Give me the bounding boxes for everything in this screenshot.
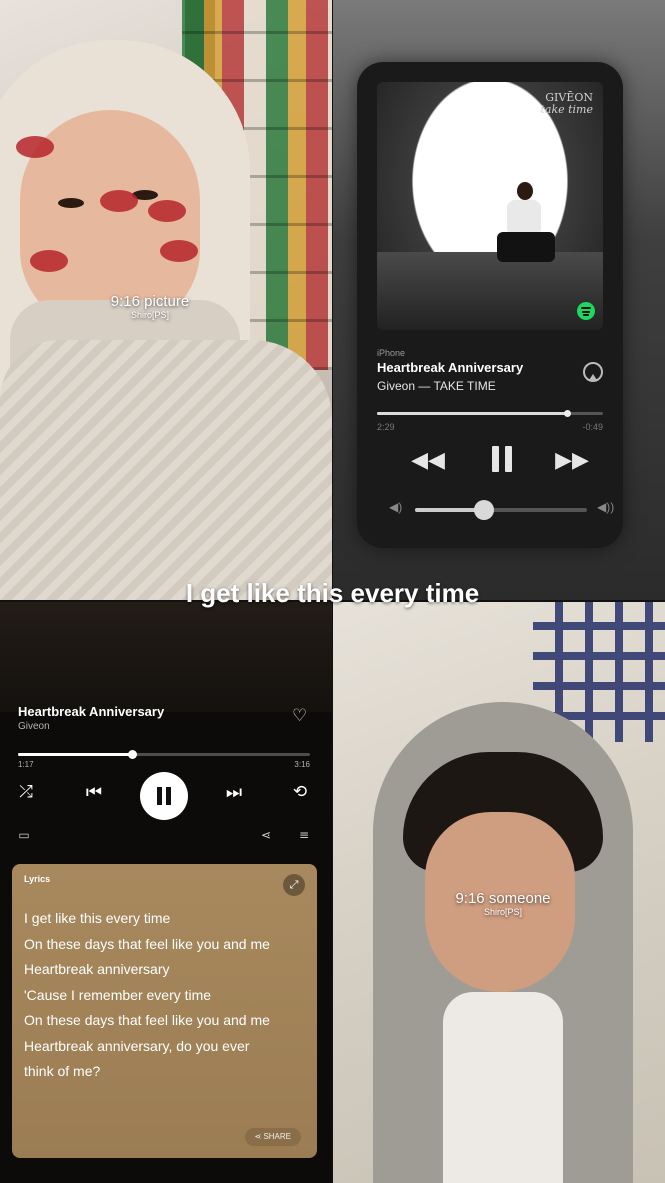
lyrics-label: Lyrics bbox=[24, 874, 51, 884]
lyrics-share-button[interactable]: ⋖ SHARE bbox=[244, 1128, 301, 1146]
elapsed-time: 2:29 bbox=[377, 422, 395, 432]
photo-tag-title: 9:16 picture bbox=[110, 293, 190, 310]
photo-tag-sub: Shiro[PS] bbox=[130, 310, 170, 320]
lyric-line: 'Cause I remember every time bbox=[24, 986, 212, 1003]
progress-bar[interactable] bbox=[18, 750, 310, 759]
track-artist[interactable]: Giveon bbox=[18, 721, 50, 732]
lipstick-mark bbox=[100, 190, 138, 212]
track-artist-album: Giveon — TAKE TIME bbox=[377, 379, 496, 393]
next-icon[interactable]: ⏭ bbox=[222, 782, 246, 803]
knit-sweater bbox=[0, 340, 332, 600]
album-logo: GIVĒON take time bbox=[540, 91, 593, 116]
heart-icon[interactable]: ♡ bbox=[292, 707, 310, 724]
lipstick-mark bbox=[30, 250, 68, 272]
volume-knob[interactable] bbox=[473, 500, 494, 520]
previous-icon[interactable]: ⏮ bbox=[82, 782, 106, 803]
volume-low-icon: ◀) bbox=[389, 500, 403, 514]
lyric-line: Heartbreak anniversary bbox=[24, 961, 170, 977]
photo-boy-hoodie: 9:16 someone Shiro[PS] bbox=[333, 602, 665, 1183]
lyric-caption: I get like this every time bbox=[185, 578, 480, 608]
photo-tag: 9:16 picture Shiro[PS] bbox=[90, 293, 210, 320]
fast-forward-icon[interactable]: ▶▶ bbox=[555, 448, 589, 473]
devices-icon[interactable]: ▭ bbox=[14, 828, 34, 842]
lyrics-lines: I get like this every time On these days… bbox=[24, 906, 309, 1085]
progress-knob[interactable] bbox=[563, 410, 571, 417]
spotify-icon[interactable] bbox=[577, 302, 595, 320]
rewind-icon[interactable]: ◀◀ bbox=[411, 448, 445, 473]
canvas-background bbox=[0, 602, 332, 712]
photo-tag-title: 9:16 someone bbox=[455, 890, 551, 907]
duration: 3:16 bbox=[294, 760, 310, 769]
queue-icon[interactable]: ≡ bbox=[294, 828, 314, 842]
share-icon[interactable]: ⋖ bbox=[256, 828, 276, 842]
photo-tag-sub: Shiro[PS] bbox=[483, 907, 523, 917]
repeat-icon[interactable]: ⟲ bbox=[288, 782, 312, 802]
lipstick-mark bbox=[16, 136, 54, 158]
remaining-time: -0:49 bbox=[582, 422, 603, 432]
pause-icon bbox=[157, 787, 162, 805]
shuffle-icon[interactable]: ⤮ bbox=[14, 782, 38, 802]
elapsed-time: 1:17 bbox=[18, 760, 34, 769]
progress-bar[interactable] bbox=[377, 410, 603, 417]
lyric-line: Heartbreak anniversary, do you ever bbox=[24, 1037, 250, 1054]
volume-high-icon: ◀)) bbox=[597, 500, 615, 514]
photo-girl-hijab: 9:16 picture Shiro[PS] bbox=[0, 0, 332, 600]
volume-slider[interactable] bbox=[415, 500, 587, 520]
spotify-player: Heartbreak Anniversary Giveon ♡ 1:17 3:1… bbox=[0, 602, 332, 1183]
lyric-line: On these days that feel like you and me bbox=[24, 1012, 270, 1028]
expand-icon[interactable]: ⤢ bbox=[283, 874, 305, 896]
progress-knob[interactable] bbox=[127, 750, 137, 759]
track-title: Heartbreak Anniversary bbox=[377, 360, 524, 375]
output-source: iPhone bbox=[377, 348, 406, 358]
album-art: GIVĒON take time bbox=[377, 82, 603, 330]
photo-tag: 9:16 someone Shiro[PS] bbox=[423, 890, 583, 917]
lyrics-card[interactable]: Lyrics ⤢ I get like this every time On t… bbox=[12, 864, 317, 1158]
now-playing-widget: GIVĒON take time iPhone Heartbreak Anniv… bbox=[333, 0, 665, 600]
now-playing-card: GIVĒON take time iPhone Heartbreak Anniv… bbox=[357, 62, 623, 548]
pause-button[interactable] bbox=[140, 772, 188, 820]
airplay-icon[interactable] bbox=[583, 362, 603, 382]
pause-icon[interactable] bbox=[487, 444, 517, 474]
lipstick-mark bbox=[160, 240, 198, 262]
album-figure bbox=[495, 182, 555, 272]
track-title: Heartbreak Anniversary bbox=[18, 704, 165, 719]
lyric-line: I get like this every time bbox=[24, 910, 171, 926]
lipstick-mark bbox=[148, 200, 186, 222]
white-tshirt bbox=[443, 992, 563, 1183]
lyric-line: think of me? bbox=[24, 1063, 101, 1079]
lyric-line: On these days that feel like you and me bbox=[24, 935, 270, 952]
